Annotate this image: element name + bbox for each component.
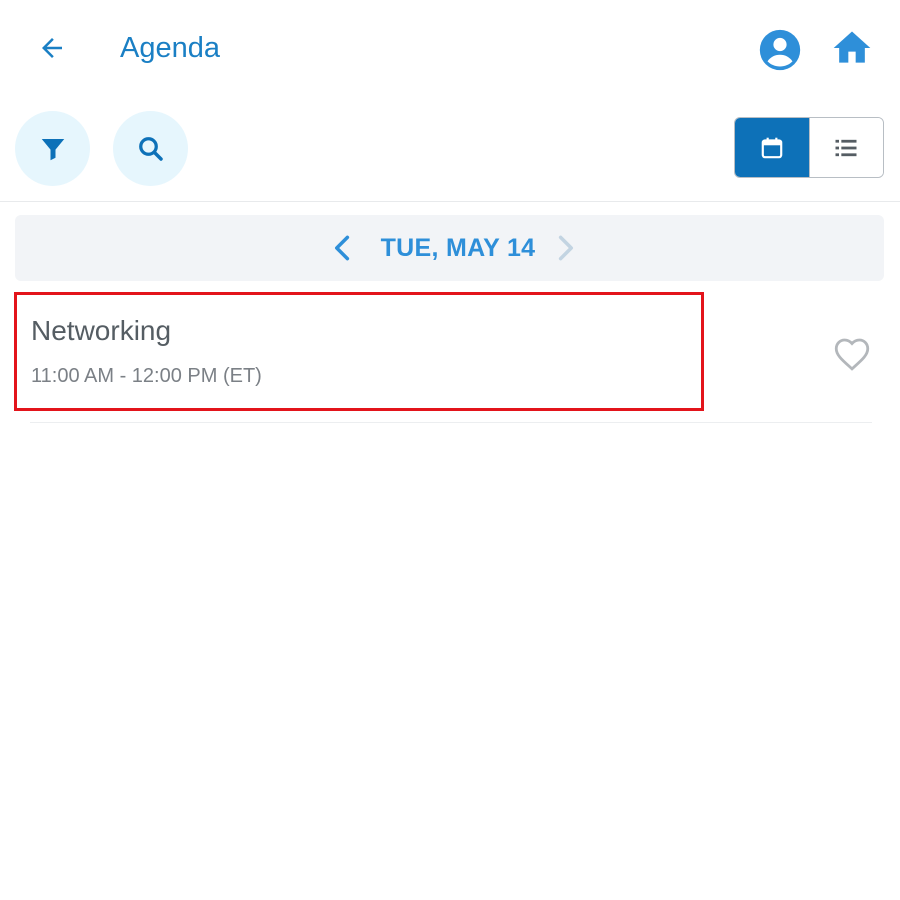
filter-button[interactable] xyxy=(15,111,90,186)
previous-day-button[interactable] xyxy=(323,228,363,268)
calendar-icon xyxy=(761,137,783,158)
favorite-button[interactable] xyxy=(828,330,876,378)
session-title: Networking xyxy=(31,315,172,346)
app-bar: Agenda xyxy=(0,0,900,96)
current-date-label: TUE, MAY 14 xyxy=(380,234,536,262)
chevron-left-icon xyxy=(335,235,350,261)
filter-icon xyxy=(41,138,64,160)
session-time: 11:00 AM - 12:00 PM (ET) xyxy=(31,365,262,387)
arrow-left-icon xyxy=(42,38,62,58)
home-icon xyxy=(833,31,871,63)
list-view-button[interactable] xyxy=(808,118,883,177)
list-icon xyxy=(835,139,857,156)
back-button[interactable] xyxy=(28,24,76,72)
search-button[interactable] xyxy=(113,111,188,186)
calendar-view-button[interactable] xyxy=(735,118,809,177)
page-title: Agenda xyxy=(120,32,220,64)
profile-button[interactable] xyxy=(756,26,804,74)
toolbar-divider xyxy=(0,201,900,202)
next-day-button[interactable] xyxy=(545,228,585,268)
home-button[interactable] xyxy=(828,24,876,72)
view-toggle xyxy=(734,117,884,178)
chevron-right-icon xyxy=(558,235,573,261)
agenda-screen: Agenda TUE, MAY 14 Networking 11:00 AM -… xyxy=(0,0,900,900)
heart-outline-icon xyxy=(834,338,870,371)
account-circle-icon xyxy=(759,29,801,71)
date-navigator: TUE, MAY 14 xyxy=(15,215,884,281)
list-divider xyxy=(30,422,872,423)
search-icon xyxy=(138,136,163,161)
session-item[interactable]: Networking 11:00 AM - 12:00 PM (ET) xyxy=(14,292,704,411)
